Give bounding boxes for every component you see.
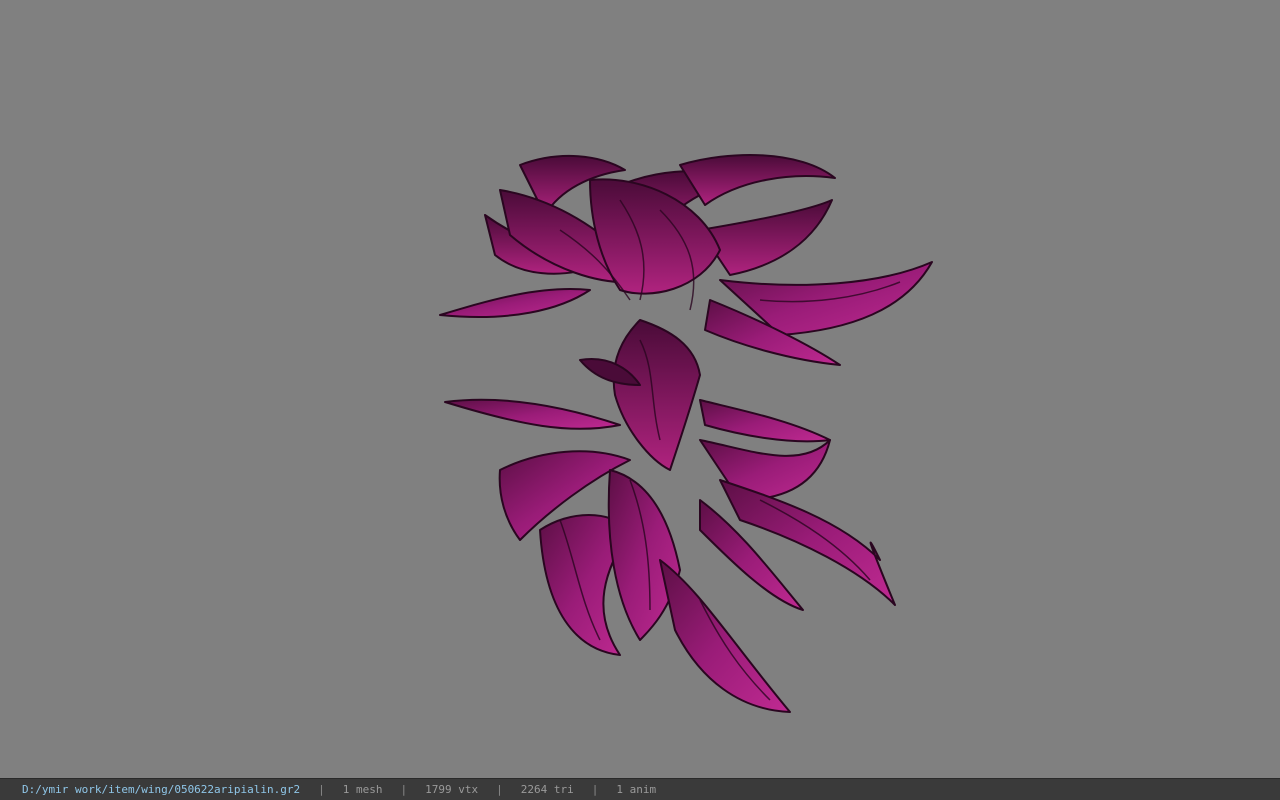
separator: | [591,783,599,796]
separator: | [318,783,325,796]
3d-viewport[interactable] [0,0,1280,778]
separator: | [496,783,503,796]
vertex-count: 1799 vtx [425,783,479,796]
anim-count: 1 anim [616,783,657,796]
triangle-count: 2264 tri [520,783,574,796]
wing-model [439,154,933,713]
separator: | [400,783,408,796]
file-path: D:/ymir work/item/wing/050622aripialin.g… [22,783,301,796]
mesh-count: 1 mesh [342,783,383,796]
status-bar: D:/ymir work/item/wing/050622aripialin.g… [0,778,1280,800]
